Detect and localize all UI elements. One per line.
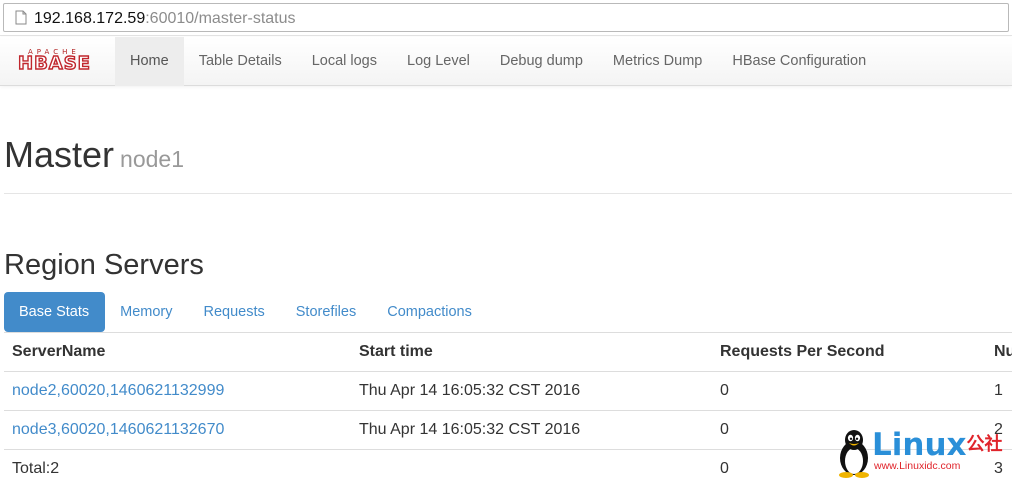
column-header-servername[interactable]: ServerName xyxy=(12,333,105,371)
requests-per-second-cell: 0 xyxy=(720,421,729,438)
total-label: Total:2 xyxy=(12,460,60,477)
watermark-brand: Linux公社 xyxy=(872,429,1003,461)
start-time-cell: Thu Apr 14 16:05:32 CST 2016 xyxy=(359,421,581,438)
tab-memory[interactable]: Memory xyxy=(105,292,188,332)
logo-hbase-text: HBASE xyxy=(17,53,91,74)
nav-item-debug-dump[interactable]: Debug dump xyxy=(485,37,598,86)
nav-item-metrics-dump[interactable]: Metrics Dump xyxy=(598,37,717,86)
page-icon xyxy=(15,10,27,25)
url-input[interactable]: 192.168.172.59:60010/master-status xyxy=(3,3,1009,32)
server-name-link[interactable]: node2,60020,1460621132999 xyxy=(12,372,224,410)
start-time-cell: Thu Apr 14 16:05:32 CST 2016 xyxy=(359,382,581,399)
url-host: 192.168.172.59 xyxy=(34,10,146,27)
region-servers-heading: Region Servers xyxy=(4,249,204,281)
column-header-requests-per-second[interactable]: Requests Per Second xyxy=(720,333,885,371)
tab-requests[interactable]: Requests xyxy=(189,292,281,332)
watermark-brand-en: Linux xyxy=(872,427,967,463)
url-path: :60010/master-status xyxy=(145,10,296,27)
master-title-text: Master xyxy=(4,134,115,175)
nav-menu: Home Table Details Local logs Log Level … xyxy=(115,37,881,86)
hbase-logo[interactable]: APACHE HBASE xyxy=(17,49,102,74)
tux-penguin-icon xyxy=(839,430,869,478)
master-node-name: node1 xyxy=(120,146,184,172)
server-name-link[interactable]: node3,60020,1460621132670 xyxy=(12,411,224,449)
watermark-brand-cn: 公社 xyxy=(966,434,1003,455)
table-header-row: ServerName Start time Requests Per Secon… xyxy=(4,332,1012,371)
table-row: node2,60020,1460621132999 Thu Apr 14 16:… xyxy=(4,371,1012,410)
num-cell: 1 xyxy=(994,382,1003,399)
url-text: 192.168.172.59:60010/master-status xyxy=(34,9,296,28)
top-navbar: APACHE HBASE Home Table Details Local lo… xyxy=(0,37,1012,86)
watermark-url: www.Linuxidc.com xyxy=(874,460,961,472)
total-requests-cell: 0 xyxy=(720,460,729,477)
nav-item-hbase-configuration[interactable]: HBase Configuration xyxy=(717,37,881,86)
divider xyxy=(4,193,1012,194)
requests-per-second-cell: 0 xyxy=(720,382,729,399)
tab-storefiles[interactable]: Storefiles xyxy=(281,292,372,332)
tab-base-stats[interactable]: Base Stats xyxy=(4,292,106,332)
nav-item-home[interactable]: Home xyxy=(115,37,184,86)
region-servers-tabs: Base Stats Memory Requests Storefiles Co… xyxy=(4,292,488,332)
nav-item-local-logs[interactable]: Local logs xyxy=(297,37,392,86)
tab-compactions[interactable]: Compactions xyxy=(372,292,488,332)
nav-item-log-level[interactable]: Log Level xyxy=(392,37,485,86)
browser-address-bar: 192.168.172.59:60010/master-status xyxy=(0,0,1012,36)
linuxidc-watermark: Linux公社 www.Linuxidc.com xyxy=(832,426,1010,478)
column-header-start-time[interactable]: Start time xyxy=(359,333,433,371)
nav-item-table-details[interactable]: Table Details xyxy=(184,37,297,86)
column-header-num[interactable]: Nu xyxy=(994,333,1012,371)
page-title: Master node1 xyxy=(4,134,184,180)
